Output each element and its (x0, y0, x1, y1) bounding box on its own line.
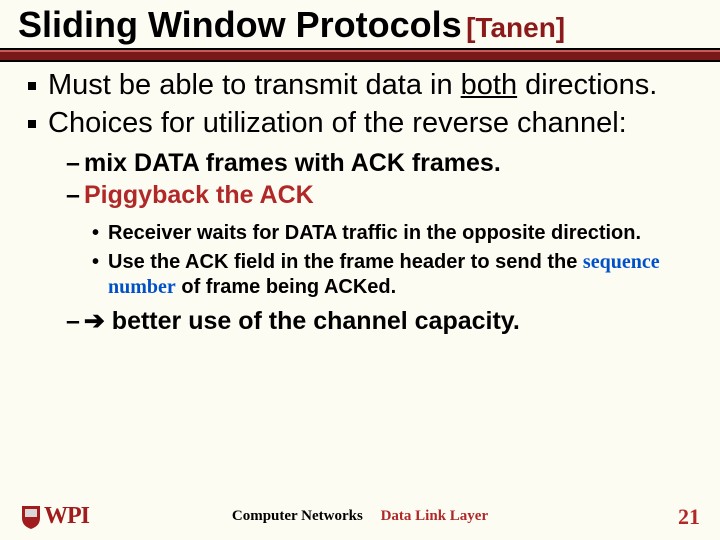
title-bar: Sliding Window Protocols [Tanen] (0, 0, 720, 48)
text: Must be able to transmit data in (48, 69, 461, 101)
slide-content: Must be able to transmit data in both di… (0, 62, 720, 336)
dash-prefix: – (66, 307, 80, 335)
footer-center: Computer Networks Data Link Layer (232, 508, 488, 525)
underlined-text: both (461, 69, 517, 101)
highlighted-text: Piggyback the ACK (84, 181, 314, 209)
bullet-item: Must be able to transmit data in both di… (26, 68, 702, 102)
wpi-logo: WPI (20, 503, 89, 530)
sub-bullet-item: Receiver waits for DATA traffic in the o… (92, 221, 702, 246)
dash-item: mix DATA frames with ACK frames. (66, 148, 702, 179)
title-divider (0, 48, 720, 62)
dash-item: Piggyback the ACK (66, 180, 702, 211)
text: mix DATA frames with ACK frames. (84, 149, 501, 177)
footer-course: Computer Networks (232, 508, 363, 524)
logo-shield-icon (20, 504, 42, 530)
footer-topic: Data Link Layer (381, 508, 489, 524)
sub-bullet-item: Use the ACK field in the frame header to… (92, 250, 702, 300)
slide-title: Sliding Window Protocols (18, 4, 462, 45)
sub-bullet-list: Receiver waits for DATA traffic in the o… (92, 221, 702, 300)
title-reference: [Tanen] (466, 12, 565, 43)
bullet-item: Choices for utilization of the reverse c… (26, 106, 702, 140)
page-number: 21 (678, 504, 700, 530)
top-bullet-list: Must be able to transmit data in both di… (26, 68, 702, 140)
text: Receiver waits for DATA traffic in the o… (108, 222, 641, 244)
text: Use the ACK field in the frame header to… (108, 251, 583, 273)
dash-list: mix DATA frames with ACK frames. Piggyba… (66, 148, 702, 211)
text: Choices for utilization of the reverse c… (48, 107, 627, 139)
arrow-icon: ➔ (84, 307, 105, 335)
logo-text: WPI (44, 503, 89, 530)
conclusion-line: –➔ better use of the channel capacity. (66, 306, 702, 336)
text: directions. (517, 69, 657, 101)
slide-footer: WPI Computer Networks Data Link Layer 21 (0, 503, 720, 530)
text: better use of the channel capacity. (105, 307, 520, 335)
text: of frame being ACKed. (176, 276, 396, 298)
